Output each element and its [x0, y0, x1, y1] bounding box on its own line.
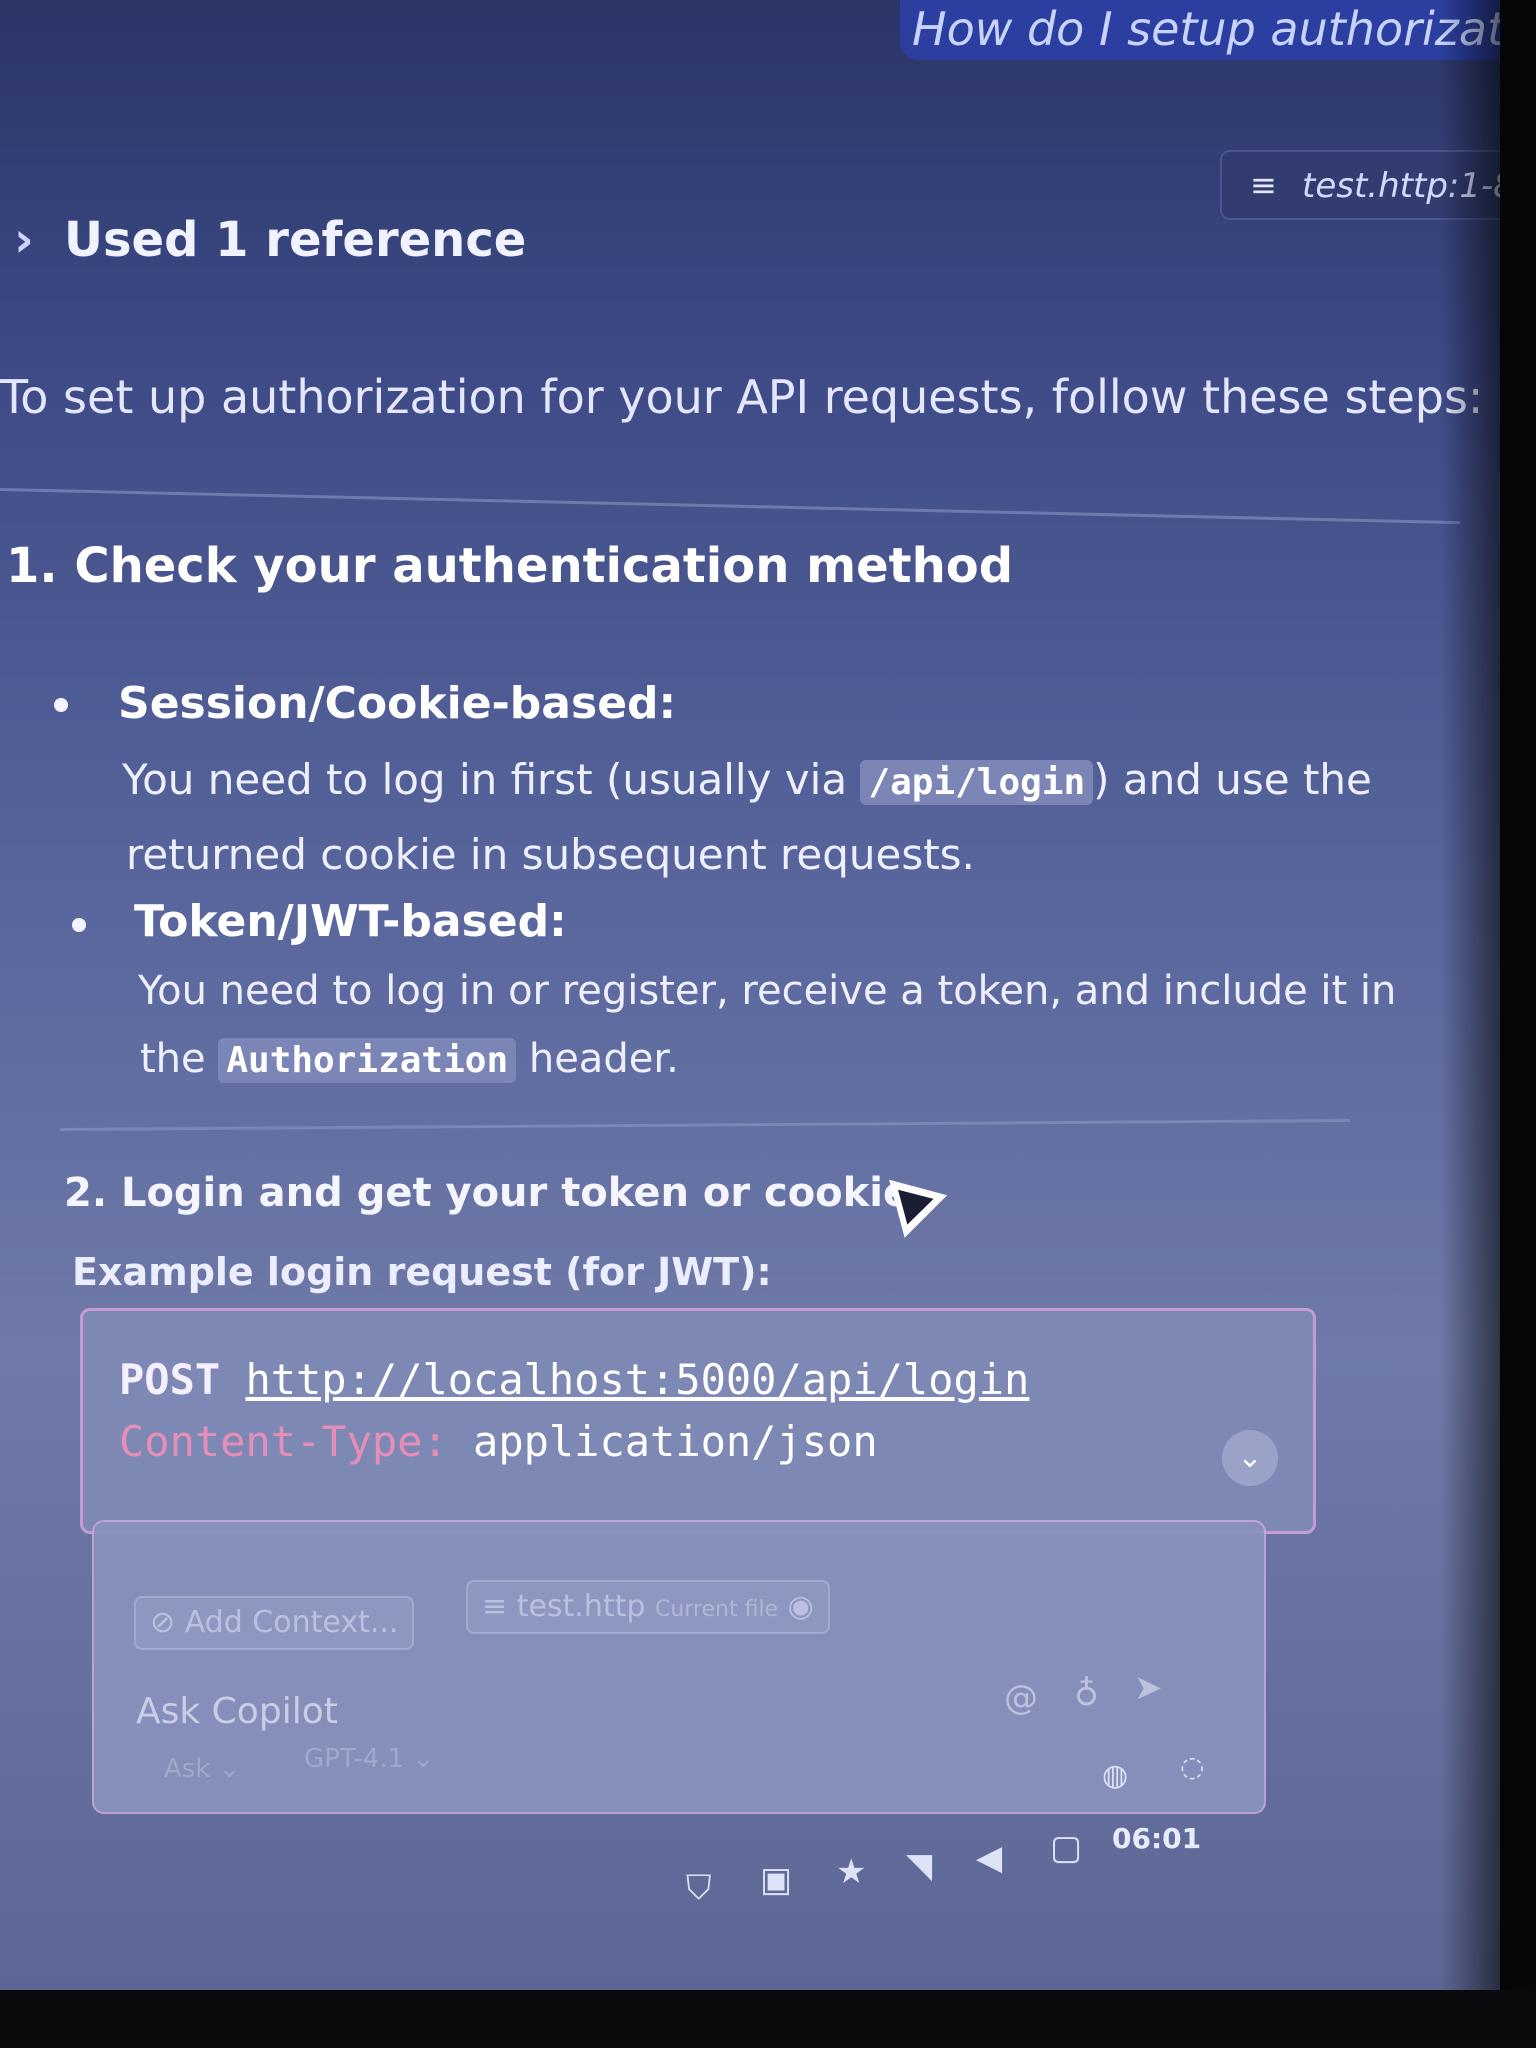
file-lines-icon: ≡ [482, 1589, 508, 1624]
bullet-dot [72, 918, 86, 932]
current-file-chip[interactable]: ≡ test.http Current file ◉ [466, 1580, 830, 1634]
chat-input-panel: ⊘ Add Context... ≡ test.http Current fil… [92, 1520, 1266, 1814]
bullet-text-token-line2: the Authorization header. [140, 1036, 679, 1083]
user-message-text: How do I setup authorization [912, 2, 1500, 56]
current-file-name: test.http [516, 1589, 646, 1624]
code-block[interactable]: POST http://localhost:5000/api/login Con… [80, 1308, 1316, 1534]
mouse-cursor-icon [889, 1166, 955, 1238]
example-label: Example login request (for JWT): [72, 1250, 772, 1294]
vscode-copilot-chat-screen: How do I setup authorization ≡ test.http… [0, 0, 1500, 1990]
bullet-title-token: Token/JWT-based: [134, 896, 567, 947]
bullet-dot [54, 698, 68, 712]
mode-dropdown[interactable]: Ask ⌄ [164, 1754, 240, 1784]
ask-copilot-input[interactable] [134, 1690, 698, 1733]
model-label: GPT-4.1 [304, 1744, 405, 1774]
code-line-request: POST http://localhost:5000/api/login [119, 1355, 1029, 1404]
text-fragment: You need to log in first (usually via [122, 755, 861, 804]
chevron-right-icon: › [14, 212, 34, 268]
shield-icon[interactable]: ⛉ [686, 1868, 712, 1908]
section1-heading: 1. Check your authentication method [6, 538, 1014, 594]
code-header-value: application/json [473, 1417, 878, 1466]
paperclip-icon: ⊘ [150, 1605, 176, 1640]
bell-icon[interactable]: ◍ [1102, 1758, 1128, 1793]
star-icon[interactable]: ★ [836, 1852, 866, 1892]
code-header-sep: : [422, 1417, 448, 1466]
taskbar-clock[interactable]: 06:01 [1112, 1822, 1201, 1855]
monitor-bezel [0, 1990, 1536, 2048]
model-dropdown[interactable]: GPT-4.1 ⌄ [304, 1744, 434, 1774]
code-line-header: Content-Type: application/json [119, 1417, 878, 1466]
inline-code-authorization: Authorization [218, 1038, 517, 1083]
code-method: POST [119, 1355, 221, 1404]
divider [0, 488, 1460, 525]
eye-icon: ◉ [787, 1589, 814, 1624]
text-fragment: ) and use the [1093, 755, 1372, 804]
chevron-down-icon[interactable]: ⌄ [1222, 1430, 1278, 1486]
bullet-text-token-line1: You need to log in or register, receive … [138, 968, 1397, 1014]
text-fragment: the [140, 1036, 219, 1082]
mode-label: Ask [164, 1754, 211, 1784]
inline-code-api-login: /api/login [860, 760, 1094, 805]
section2-heading: 2. Login and get your token or cookie [64, 1170, 911, 1216]
battery-icon[interactable]: ▢ [1050, 1828, 1082, 1868]
settings-icon[interactable]: ◌ [1180, 1750, 1204, 1783]
microphone-icon[interactable]: ♁ [1074, 1674, 1099, 1714]
bullet-text-session-line2: returned cookie in subsequent requests. [126, 830, 975, 879]
add-context-button[interactable]: ⊘ Add Context... [134, 1596, 415, 1650]
bullet-text-session-line1: You need to log in first (usually via /a… [122, 755, 1372, 805]
divider [59, 1118, 1350, 1131]
code-header-key: Content-Type [119, 1417, 423, 1466]
window-icon[interactable]: ▣ [760, 1860, 792, 1900]
add-context-label: Add Context... [184, 1605, 399, 1640]
send-icon[interactable]: ➤ [1134, 1668, 1163, 1708]
used-references-toggle[interactable]: › Used 1 reference [14, 212, 526, 268]
response-intro: To set up authorization for your API req… [0, 370, 1484, 424]
mention-icon[interactable]: @ [1004, 1678, 1038, 1718]
file-lines-icon: ≡ [1250, 166, 1277, 204]
user-message-bubble: How do I setup authorization [900, 0, 1500, 60]
text-fragment: header. [516, 1036, 679, 1082]
wifi-icon[interactable]: ◥ [906, 1846, 932, 1886]
speaker-icon[interactable]: ◀ [976, 1838, 1002, 1878]
code-url[interactable]: http://localhost:5000/api/login [245, 1355, 1029, 1404]
used-references-label: Used 1 reference [64, 212, 527, 268]
screen-edge-shadow [1440, 0, 1536, 2048]
current-file-suffix: Current file [654, 1597, 779, 1622]
bullet-title-session: Session/Cookie-based: [118, 678, 677, 729]
